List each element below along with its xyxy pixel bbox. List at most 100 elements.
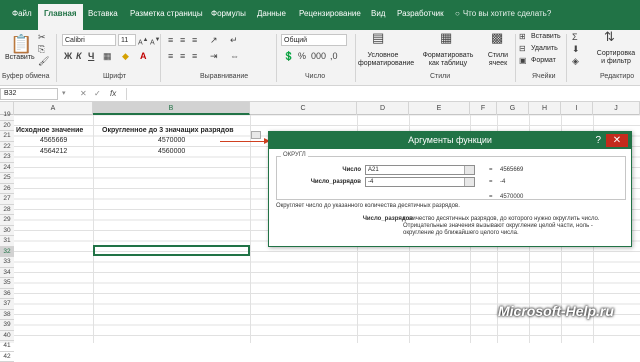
indent-icon[interactable]: ⇥ [210, 51, 218, 61]
conditional-format-icon[interactable]: ▤ [372, 33, 384, 43]
tab-data[interactable]: Данные [257, 9, 286, 18]
dialog-close-button[interactable]: ✕ [606, 134, 628, 147]
row-header-24[interactable]: 24 [0, 163, 14, 174]
sort-filter-icon[interactable]: ⇅ [604, 32, 615, 42]
tell-me-search[interactable]: Что вы хотите сделать? [455, 9, 551, 18]
column-header-g[interactable]: G [497, 102, 529, 115]
tab-file[interactable]: Файл [12, 9, 32, 18]
column-header-j[interactable]: J [593, 102, 640, 115]
row-header-22[interactable]: 22 [0, 142, 14, 153]
range-picker-icon[interactable] [464, 166, 474, 174]
tab-developer[interactable]: Разработчик [397, 9, 444, 18]
collapse-dialog-icon[interactable] [251, 131, 261, 139]
name-box-dropdown-icon[interactable]: ▾ [62, 89, 66, 99]
arg-number-input[interactable]: A21 [365, 165, 475, 175]
format-cells-button[interactable]: Формат [531, 57, 556, 65]
shrink-font-icon[interactable]: A▼ [150, 35, 160, 48]
row-header-32[interactable]: 32 [0, 247, 14, 258]
row-header-23[interactable]: 23 [0, 152, 14, 163]
tab-review[interactable]: Рецензирование [299, 9, 361, 18]
fill-color-icon[interactable]: ◆ [122, 51, 129, 61]
name-box[interactable]: B32 [0, 88, 58, 100]
align-top-icon[interactable]: ≡ [168, 35, 173, 45]
cell-a21[interactable]: 4565669 [40, 136, 67, 146]
row-header-42[interactable]: 42 [0, 352, 14, 362]
cell-b21[interactable]: 4570000 [158, 136, 185, 146]
delete-cells-button[interactable]: Удалить [531, 45, 558, 53]
row-header-34[interactable]: 34 [0, 268, 14, 279]
cell-b20[interactable]: Округленное до 3 значащих разрядов [102, 126, 234, 136]
tab-home[interactable]: Главная [38, 4, 83, 30]
insert-cells-button[interactable]: Вставить [531, 33, 561, 41]
format-table-icon[interactable]: ▦ [440, 33, 452, 43]
enter-icon[interactable]: ✓ [94, 89, 101, 99]
align-middle-icon[interactable]: ≡ [180, 35, 185, 45]
row-header-29[interactable]: 29 [0, 215, 14, 226]
cell-a22[interactable]: 4564212 [40, 147, 67, 157]
column-header-c[interactable]: C [250, 102, 357, 115]
delete-cells-icon[interactable]: ⊟ [519, 44, 526, 54]
font-color-icon[interactable]: A [140, 51, 147, 61]
cut-icon[interactable]: ✂ [38, 32, 46, 42]
format-painter-icon[interactable]: 🖌 [38, 56, 49, 66]
column-header-h[interactable]: H [529, 102, 561, 115]
paste-button[interactable]: Вставить [5, 54, 35, 62]
range-picker-icon[interactable] [464, 178, 474, 186]
autosum-icon[interactable]: Σ [572, 32, 578, 42]
italic-button[interactable]: К [76, 51, 82, 61]
sort-filter-button[interactable]: Сортировка и фильтр [594, 50, 638, 66]
cell-styles-icon[interactable]: ▩ [491, 33, 503, 43]
row-header-39[interactable]: 39 [0, 320, 14, 331]
column-header-d[interactable]: D [357, 102, 409, 115]
row-header-20[interactable]: 20 [0, 121, 14, 132]
arg-digits-input[interactable]: -4 [365, 177, 475, 187]
column-header-a[interactable]: A [14, 102, 93, 115]
tab-page-layout[interactable]: Разметка страницы [130, 9, 203, 18]
column-header-f[interactable]: F [470, 102, 497, 115]
align-left-icon[interactable]: ≡ [168, 51, 173, 61]
conditional-format-button[interactable]: Условное форматирование [358, 52, 408, 68]
row-header-37[interactable]: 37 [0, 299, 14, 310]
underline-button[interactable]: Ч [88, 51, 94, 61]
active-cell[interactable] [93, 245, 250, 256]
row-header-33[interactable]: 33 [0, 257, 14, 268]
merge-icon[interactable]: ⇔ [230, 51, 239, 61]
insert-cells-icon[interactable]: ⊞ [519, 32, 526, 42]
font-size-select[interactable]: 11 [118, 34, 136, 46]
column-header-i[interactable]: I [561, 102, 593, 115]
row-header-38[interactable]: 38 [0, 310, 14, 321]
copy-icon[interactable]: ⎘ [38, 44, 45, 54]
row-header-21[interactable]: 21 [0, 131, 14, 142]
cancel-icon[interactable]: ✕ [80, 89, 87, 99]
row-header-19[interactable]: 19 [0, 110, 14, 121]
orientation-icon[interactable]: ↗ [210, 35, 218, 45]
row-header-25[interactable]: 25 [0, 173, 14, 184]
insert-function-button[interactable]: fx [110, 89, 116, 99]
grow-font-icon[interactable]: A▲ [138, 35, 148, 48]
borders-icon[interactable]: ▦ [103, 51, 112, 61]
tab-formulas[interactable]: Формулы [211, 9, 246, 18]
tab-insert[interactable]: Вставка [88, 9, 118, 18]
align-bottom-icon[interactable]: ≡ [192, 35, 197, 45]
formula-input[interactable] [126, 88, 638, 100]
cell-a20[interactable]: Исходное значение [16, 126, 83, 136]
dialog-help-button[interactable]: ? [595, 132, 601, 149]
format-as-table-button[interactable]: Форматировать как таблицу [420, 52, 476, 68]
row-header-31[interactable]: 31 [0, 236, 14, 247]
percent-icon[interactable]: % [298, 51, 306, 61]
row-header-26[interactable]: 26 [0, 184, 14, 195]
paste-icon[interactable]: 📋 [10, 34, 32, 54]
clear-icon[interactable]: ◈ [572, 56, 579, 66]
comma-icon[interactable]: 000 [311, 51, 326, 61]
row-header-36[interactable]: 36 [0, 289, 14, 300]
column-header-e[interactable]: E [409, 102, 470, 115]
wrap-text-icon[interactable]: ↵ [230, 35, 238, 45]
fill-icon[interactable]: ⬇ [572, 44, 580, 54]
align-center-icon[interactable]: ≡ [180, 51, 185, 61]
bold-button[interactable]: Ж [64, 51, 72, 61]
align-right-icon[interactable]: ≡ [192, 51, 197, 61]
row-header-28[interactable]: 28 [0, 205, 14, 216]
column-header-b[interactable]: B [93, 102, 250, 115]
cell-b22[interactable]: 4560000 [158, 147, 185, 157]
row-header-35[interactable]: 35 [0, 278, 14, 289]
